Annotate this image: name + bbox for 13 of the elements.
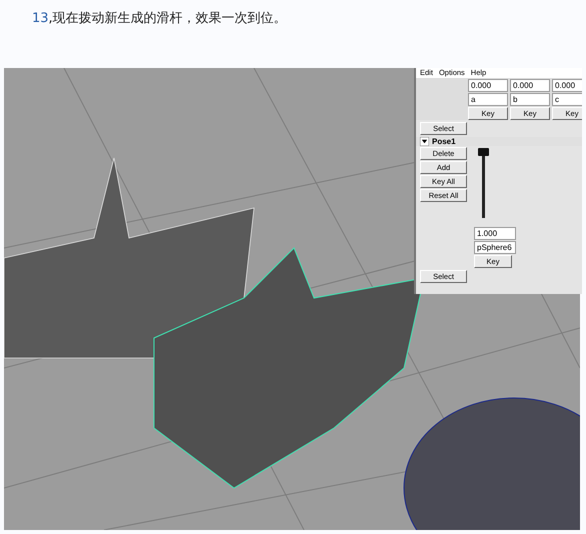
target-name-field[interactable]: pSphere6 [474,241,516,254]
weight-field[interactable]: 0.000 [510,79,550,92]
target-name-field[interactable]: a [468,93,508,106]
weight-field[interactable]: 0.000 [552,79,582,92]
pose-name: Pose1 [432,137,456,146]
slider-handle[interactable] [478,148,489,156]
weight-field[interactable]: 1.000 [474,227,516,240]
weight-slider[interactable] [478,148,489,218]
target-name-field[interactable]: b [510,93,550,106]
step-caption: 13,现在拨动新生成的滑杆，效果一次到位。 [32,10,287,27]
expand-arrow-icon[interactable] [420,137,429,146]
weight-field[interactable]: 0.000 [468,79,508,92]
target-name-field[interactable]: c [552,93,582,106]
